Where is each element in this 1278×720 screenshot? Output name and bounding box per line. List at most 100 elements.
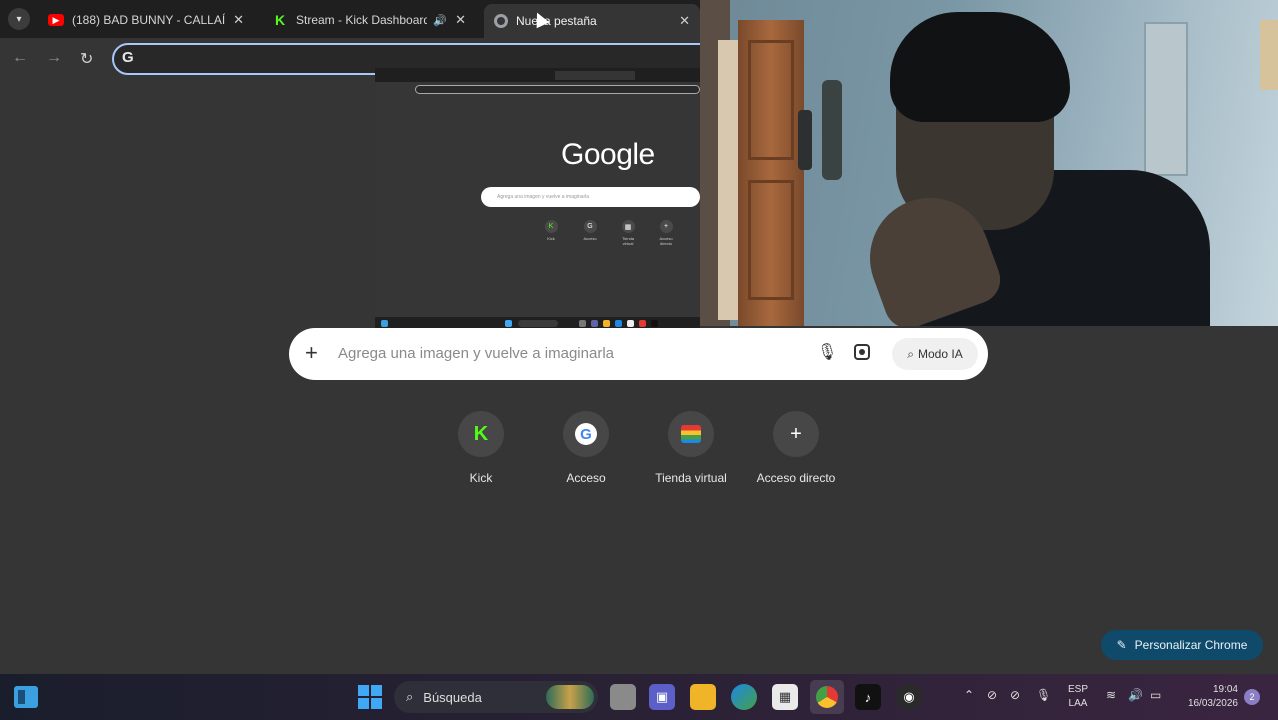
customize-label: Personalizar Chrome (1134, 638, 1248, 652)
mirror-start-icon (505, 320, 512, 327)
mirror-app-icon (579, 320, 586, 327)
clock[interactable]: 19:04 16/03/2026 (1176, 683, 1238, 711)
mirror-tab (555, 71, 635, 80)
door-panel (748, 40, 794, 160)
tab-youtube[interactable]: ▶ (188) BAD BUNNY - CALLAÍTA ( ✕ (38, 6, 254, 34)
close-icon[interactable]: ✕ (679, 13, 690, 29)
mirror-app-icon (591, 320, 598, 327)
shortcut-label: Acceso directo (756, 471, 836, 485)
back-icon[interactable]: ← (12, 49, 28, 67)
chrome-taskbar-icon[interactable] (810, 680, 844, 714)
mirror-address-bar (415, 85, 700, 94)
customize-chrome-button[interactable]: ✎ Personalizar Chrome (1101, 630, 1263, 660)
mirror-widget-icon (381, 320, 388, 327)
tray-expand-icon[interactable]: ⌃ (964, 688, 974, 702)
keyboard-layout: LAA (1068, 698, 1088, 709)
shortcut-label: Tienda virtual (655, 471, 727, 485)
kick-icon: K (274, 12, 286, 28)
reload-icon[interactable]: ↻ (80, 49, 93, 69)
google-lens-icon[interactable] (854, 344, 870, 360)
mirror-search (518, 320, 558, 327)
mirror-shortcut: K Kick (540, 220, 562, 241)
search-highlight-image (546, 685, 594, 709)
teams-icon[interactable]: ▣ (649, 684, 675, 710)
clock-date: 16/03/2026 (1187, 698, 1238, 709)
mirror-app-icon (615, 320, 622, 327)
modo-ia-label: Modo IA (918, 347, 963, 361)
mirror-shortcut: G Acceso (579, 220, 601, 241)
mirror-app-icon (627, 320, 634, 327)
webcam-poster (1144, 22, 1188, 176)
wifi-icon[interactable]: ≋ (1106, 688, 1116, 702)
clock-time: 19:04 (1212, 684, 1238, 695)
mirror-tab (471, 71, 531, 80)
file-explorer-icon[interactable] (690, 684, 716, 710)
webcam-door-frame (718, 40, 740, 320)
tab-kick-dashboard[interactable]: K Stream - Kick Dashboard 🔊 ✕ (262, 6, 476, 34)
plus-icon: + (773, 411, 819, 457)
notification-badge[interactable]: 2 (1244, 689, 1260, 705)
search-icon: ⌕ (406, 689, 414, 704)
shortcut-acceso[interactable]: G Acceso (536, 411, 636, 485)
tiktok-icon[interactable]: ♪ (855, 684, 881, 710)
tab-title: Stream - Kick Dashboard (296, 13, 428, 27)
microphone-icon[interactable]: 🎙 (1036, 688, 1051, 702)
mirror-tab-strip (375, 68, 700, 82)
google-icon: G (122, 49, 134, 66)
screen: ▾ ▶ (188) BAD BUNNY - CALLAÍTA ( ✕ K Str… (0, 0, 1278, 720)
forward-icon[interactable]: → (46, 49, 62, 67)
network-off-icon[interactable]: ⊘ (1010, 688, 1020, 702)
google-icon: G (563, 411, 609, 457)
close-icon[interactable]: ✕ (455, 12, 466, 28)
webcam-bag (822, 80, 842, 180)
shortcut-label: Acceso (566, 471, 606, 485)
edge-icon[interactable] (731, 684, 757, 710)
shortcut-kick[interactable]: K Kick (431, 411, 531, 485)
ai-search-icon: ⌕ (907, 346, 915, 361)
door-panel (748, 180, 794, 300)
shortcut-tienda-virtual[interactable]: Tienda virtual (641, 411, 741, 485)
mirror-app-icon (603, 320, 610, 327)
tab-search-icon[interactable]: ▾ (8, 8, 30, 30)
google-logo: Google (561, 138, 655, 171)
battery-icon[interactable]: ▭ (1150, 688, 1161, 702)
mirror-app-icon (651, 320, 658, 327)
microphone-icon[interactable]: 🎙 (817, 342, 837, 362)
widgets-icon[interactable] (14, 686, 38, 708)
obs-icon[interactable]: ◉ (896, 684, 922, 710)
speaker-icon[interactable]: 🔊 (433, 14, 447, 27)
webcam-bag (798, 110, 812, 170)
pencil-icon: ✎ (1116, 638, 1127, 652)
webcam-overlay (700, 0, 1278, 326)
new-tab-search-box[interactable]: + Agrega una imagen y vuelve a imaginarl… (289, 328, 988, 380)
language-code: ESP (1068, 684, 1089, 695)
mirror-shortcut: ▦ Tienda virtual (617, 220, 639, 246)
search-placeholder: Agrega una imagen y vuelve a imaginarla (338, 345, 614, 362)
network-off-icon[interactable]: ⊘ (987, 688, 997, 702)
mirror-app-icon (639, 320, 646, 327)
webcam-door (738, 20, 804, 326)
add-icon[interactable]: + (305, 340, 318, 366)
tab-title: (188) BAD BUNNY - CALLAÍTA ( (72, 13, 226, 27)
mirror-shortcut: + Acceso directo (655, 220, 677, 246)
store-app-icon[interactable]: ▦ (772, 684, 798, 710)
shortcut-acceso-directo[interactable]: + Acceso directo (746, 411, 846, 485)
close-icon[interactable]: ✕ (233, 12, 244, 28)
taskbar-search-label: Búsqueda (423, 689, 482, 705)
taskbar-search[interactable]: ⌕ Búsqueda (394, 681, 598, 713)
webcam-poster (1260, 20, 1278, 90)
tab-new-tab[interactable]: Nueva pestaña ✕ (484, 4, 700, 38)
volume-icon[interactable]: 🔊 (1128, 688, 1143, 702)
mirror-search-box: Agrega una imagen y vuelve a imaginarla (481, 187, 700, 207)
youtube-icon: ▶ (48, 14, 64, 26)
shortcut-label: Kick (469, 471, 493, 485)
chrome-icon (494, 14, 508, 28)
language-indicator[interactable]: ESP LAA (1068, 683, 1088, 711)
modo-ia-button[interactable]: ⌕ Modo IA (892, 338, 978, 370)
store-icon (668, 411, 714, 457)
start-icon[interactable] (358, 685, 382, 709)
mirror-tab (387, 71, 457, 80)
windows-taskbar: ⌕ Búsqueda ▣ ▦ ♪ ◉ ⌃ ⊘ ⊘ 🎙 ESP LAA ≋ 🔊 ▭… (0, 674, 1278, 720)
task-view-icon[interactable] (610, 684, 636, 710)
screen-capture-mirror: Google Agrega una imagen y vuelve a imag… (375, 68, 700, 330)
